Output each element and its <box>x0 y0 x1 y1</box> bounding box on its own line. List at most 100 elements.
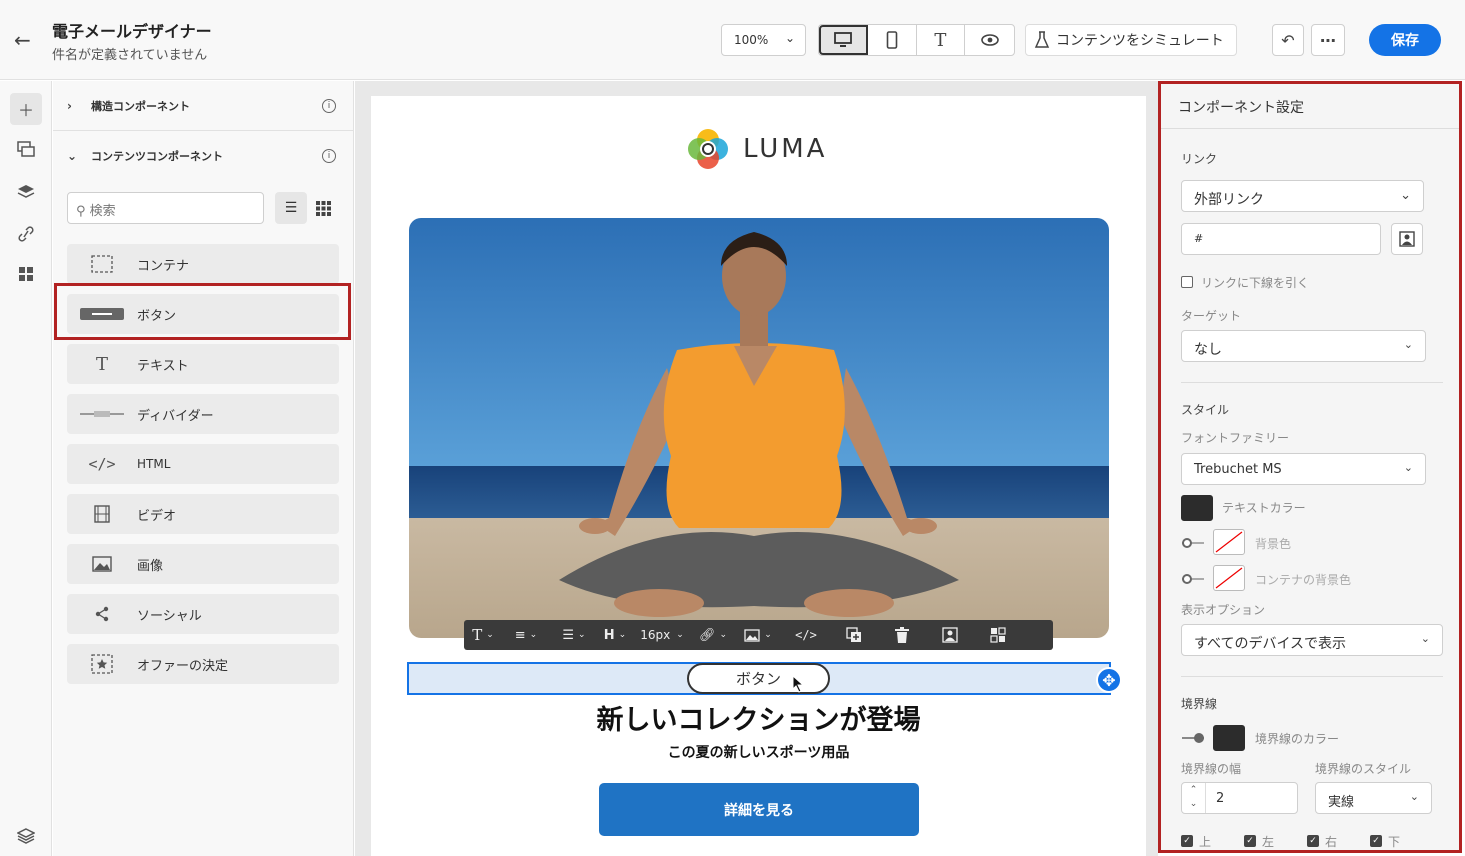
flask-icon <box>1034 31 1050 48</box>
font-size-select[interactable]: 16px ⌄ <box>632 620 692 650</box>
text-icon: T <box>472 626 483 644</box>
save-button[interactable]: 保存 <box>1369 24 1441 56</box>
container-bg-swatch[interactable] <box>1213 565 1245 591</box>
component-label: コンテナ <box>137 258 190 274</box>
border-color-swatch[interactable] <box>1213 725 1245 751</box>
chevron-down-icon: ⌄ <box>719 630 728 640</box>
bullet-list-icon: ☰ <box>562 627 575 643</box>
subject-subtitle: 件名が定義されていません <box>52 48 208 63</box>
image-button[interactable]: ⌄ <box>734 620 782 650</box>
stepper-arrows-icon[interactable]: ⌃ ⌄ <box>1182 783 1206 813</box>
layers-icon[interactable] <box>10 176 42 208</box>
preview-button[interactable] <box>965 25 1014 55</box>
font-family-select[interactable]: Trebuchet MS ⌄ <box>1181 453 1426 485</box>
link-button[interactable]: 🔗︎ ⌄ <box>692 620 734 650</box>
view-mode-group: T <box>818 24 1015 56</box>
save-fragment-button[interactable] <box>974 620 1022 650</box>
component-container[interactable]: コンテナ <box>67 244 339 284</box>
container-bg-toggle[interactable] <box>1182 574 1204 584</box>
zoom-select[interactable]: 100% ⌄ <box>721 24 806 56</box>
bg-color-toggle[interactable] <box>1182 538 1204 548</box>
target-select[interactable]: なし ⌄ <box>1181 330 1426 362</box>
border-bottom-checkbox[interactable]: ✓ <box>1370 835 1382 847</box>
link-type-select[interactable]: 外部リンク ⌄ <box>1181 180 1424 212</box>
font-family-label: フォントファミリー <box>1181 431 1290 445</box>
source-code-button[interactable]: </> <box>782 620 830 650</box>
border-style-select[interactable]: 実線 ⌄ <box>1315 782 1432 814</box>
move-handle-icon[interactable]: ✥ <box>1096 667 1122 693</box>
container-bg-label: コンテナの背景色 <box>1255 573 1352 587</box>
add-components-icon[interactable]: ＋ <box>10 93 42 125</box>
component-social[interactable]: ソーシャル <box>67 594 339 634</box>
simulate-content-button[interactable]: コンテンツをシミュレート <box>1025 24 1237 56</box>
structure-components-header[interactable]: › 構造コンポーネント i <box>53 81 354 131</box>
align-button[interactable]: ≡ ⌄ <box>502 620 550 650</box>
undo-button[interactable]: ↶ <box>1272 24 1304 56</box>
grid-view-button[interactable] <box>311 192 335 224</box>
grid-icon <box>315 200 331 216</box>
mobile-view-button[interactable] <box>868 25 917 55</box>
desktop-icon <box>834 32 853 47</box>
more-button[interactable]: ⋯ <box>1311 24 1345 56</box>
component-video[interactable]: ビデオ <box>67 494 339 534</box>
components-panel: › 構造コンポーネント i ⌄ コンテンツコンポーネント i ⚲ 検索 ☰ コン… <box>53 81 354 856</box>
bg-color-swatch[interactable] <box>1213 529 1245 555</box>
container-icon <box>67 255 137 273</box>
link-url-input[interactable]: # <box>1181 223 1381 255</box>
component-html[interactable]: </> HTML <box>67 444 339 484</box>
email-subheadline[interactable]: この夏の新しいスポーツ用品 <box>371 742 1146 762</box>
border-bottom-label: 下 <box>1388 835 1401 849</box>
list-button[interactable]: ☰ ⌄ <box>550 620 598 650</box>
code-icon: </> <box>88 455 116 473</box>
border-color-toggle[interactable] <box>1182 733 1204 743</box>
component-label: ソーシャル <box>137 608 202 624</box>
display-option-select[interactable]: すべてのデバイスで表示 ⌄ <box>1181 624 1443 656</box>
border-section-label: 境界線 <box>1181 697 1218 711</box>
layers-stack-icon[interactable] <box>10 820 42 852</box>
component-offer-decision[interactable]: オファーの決定 <box>67 644 339 684</box>
content-components-header[interactable]: ⌄ コンテンツコンポーネント i <box>53 131 354 181</box>
text-format-button[interactable]: T ⌄ <box>464 620 502 650</box>
search-icon: ⚲ <box>76 204 86 219</box>
chevron-down-icon: ⌄ <box>764 630 772 640</box>
search-input[interactable]: ⚲ 検索 <box>67 192 264 224</box>
border-right-checkbox[interactable]: ✓ <box>1307 835 1319 847</box>
heading-button[interactable]: H ⌄ <box>598 620 632 650</box>
chevron-down-icon: ⌄ <box>67 149 78 163</box>
list-view-button[interactable]: ☰ <box>275 192 307 224</box>
personalization-button[interactable] <box>1391 223 1423 255</box>
duplicate-button[interactable] <box>830 620 878 650</box>
chevron-down-icon: ⌄ <box>1400 188 1411 203</box>
cta-button[interactable]: 詳細を見る <box>599 783 919 836</box>
desktop-view-button[interactable] <box>819 25 868 55</box>
delete-button[interactable] <box>878 620 926 650</box>
component-label: 画像 <box>137 558 164 574</box>
undo-icon: ↶ <box>1281 30 1295 50</box>
border-left-checkbox[interactable]: ✓ <box>1244 835 1256 847</box>
text-color-label: テキストカラー <box>1222 501 1306 515</box>
personalize-button[interactable] <box>926 620 974 650</box>
duplicate-icon <box>846 627 861 642</box>
link-icon[interactable] <box>10 218 42 250</box>
border-width-stepper[interactable]: ⌃ ⌄ 2 <box>1181 782 1298 814</box>
font-size-value: 16px <box>640 628 671 642</box>
component-image[interactable]: 画像 <box>67 544 339 584</box>
component-divider[interactable]: ディバイダー <box>67 394 339 434</box>
info-icon[interactable]: i <box>322 149 336 163</box>
text-view-button[interactable]: T <box>917 25 966 55</box>
fragments-icon[interactable] <box>10 133 42 165</box>
component-text[interactable]: T テキスト <box>67 344 339 384</box>
underline-checkbox[interactable] <box>1181 276 1193 288</box>
text-color-swatch[interactable] <box>1181 495 1213 521</box>
border-top-checkbox[interactable]: ✓ <box>1181 835 1193 847</box>
info-icon[interactable]: i <box>322 98 336 113</box>
chevron-down-icon: ⌄ <box>1403 338 1413 351</box>
back-arrow-icon[interactable]: ← <box>14 28 38 52</box>
assets-icon[interactable] <box>10 258 42 290</box>
hero-image[interactable] <box>409 218 1109 638</box>
luma-logo[interactable]: LUMA <box>685 126 827 172</box>
email-headline[interactable]: 新しいコレクションが登場 <box>371 698 1146 737</box>
target-label: ターゲット <box>1181 309 1242 323</box>
email-button-component[interactable]: ボタン <box>687 663 830 694</box>
font-family-value: Trebuchet MS <box>1194 462 1282 477</box>
